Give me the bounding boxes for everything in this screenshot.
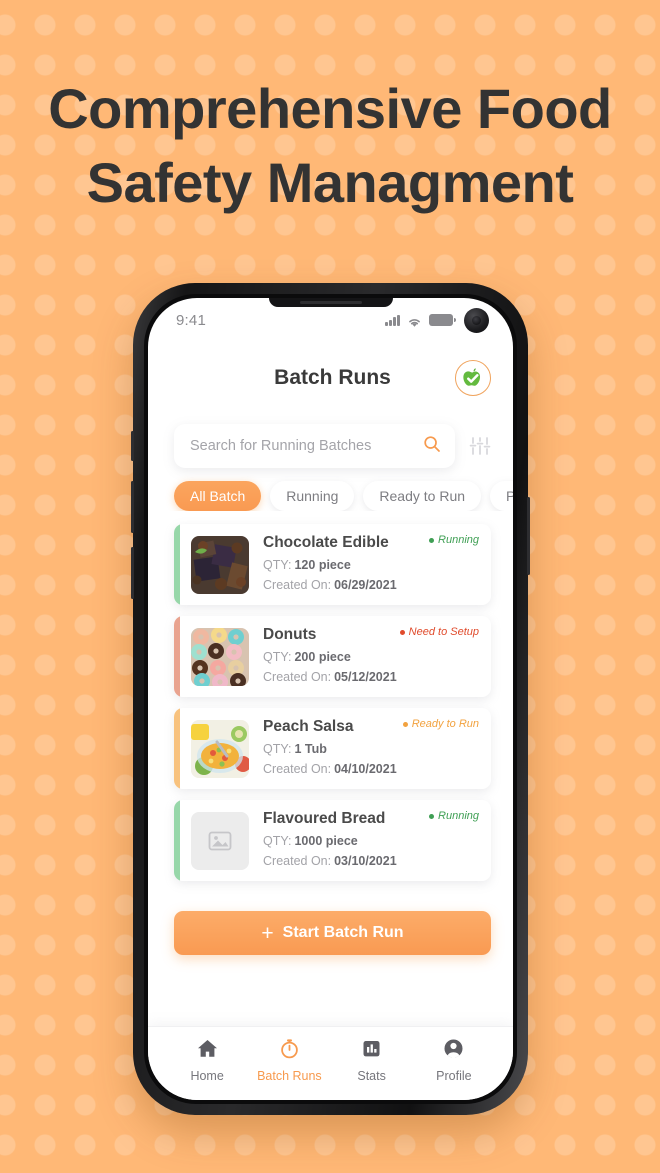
tab-home[interactable]: Home bbox=[166, 1038, 248, 1083]
status-label: Running bbox=[438, 534, 479, 546]
stopwatch-icon bbox=[279, 1038, 300, 1064]
chip-ready-to-run[interactable]: Ready to Run bbox=[363, 481, 482, 511]
status-bar-time: 9:41 bbox=[176, 311, 206, 329]
row-status-accent-bar bbox=[174, 708, 180, 789]
row-status-accent-bar bbox=[174, 800, 180, 881]
chip-all-batch[interactable]: All Batch bbox=[174, 481, 262, 511]
page-title-line-2: Safety Managment bbox=[86, 150, 574, 214]
batch-created-value: 04/10/2021 bbox=[334, 761, 397, 776]
plus-icon: + bbox=[261, 921, 274, 945]
search-box[interactable] bbox=[174, 424, 455, 468]
batch-qty-value: 1 Tub bbox=[294, 742, 327, 757]
table-row[interactable]: Chocolate Edible QTY: 120 piece Created O… bbox=[174, 524, 491, 605]
batch-thumbnail-donuts bbox=[191, 627, 249, 686]
batch-qty-label: QTY: bbox=[263, 558, 292, 573]
batch-created-value: 05/12/2021 bbox=[334, 669, 397, 684]
phone-screen: 9:41 Batch Runs Search for Running Batch… bbox=[148, 298, 513, 1100]
status-badge: Need to Setup bbox=[399, 626, 479, 638]
row-status-accent-bar bbox=[174, 616, 180, 697]
table-row[interactable]: Flavoured Bread QTY: 1000 piece Created O… bbox=[174, 800, 491, 881]
search-row bbox=[148, 414, 513, 468]
page-title-line-1: Comprehensive Food bbox=[48, 77, 612, 140]
batch-qty: QTY: 120 piece bbox=[263, 556, 481, 575]
tab-profile-label: Profile bbox=[436, 1069, 472, 1083]
batch-qty-label: QTY: bbox=[263, 650, 292, 665]
batch-filter-chips: All Batch Running Ready to Run Paused bbox=[148, 468, 513, 511]
battery-icon bbox=[429, 314, 456, 326]
batch-created-value: 03/10/2021 bbox=[334, 853, 397, 868]
batch-qty-value: 1000 piece bbox=[294, 834, 358, 849]
phone-mute-switch bbox=[131, 431, 134, 461]
status-bar-indicators bbox=[385, 307, 489, 333]
batch-qty-label: QTY: bbox=[263, 742, 292, 757]
batch-thumbnail-chocolate bbox=[191, 535, 249, 594]
status-label: Ready to Run bbox=[411, 718, 479, 730]
batch-qty-label: QTY: bbox=[263, 834, 292, 849]
status-dot-icon bbox=[429, 537, 435, 543]
table-row[interactable]: Peach Salsa QTY: 1 Tub Created On: 04/10/2… bbox=[174, 708, 491, 789]
batch-created: Created On: 06/29/2021 bbox=[263, 576, 481, 595]
batch-created-label: Created On: bbox=[263, 761, 332, 776]
batch-created-label: Created On: bbox=[263, 853, 332, 868]
status-dot-icon bbox=[429, 813, 435, 819]
phone-volume-up-button bbox=[131, 481, 134, 533]
tab-profile[interactable]: Profile bbox=[413, 1038, 495, 1083]
tab-stats-label: Stats bbox=[357, 1069, 386, 1083]
batch-created-label: Created On: bbox=[263, 669, 332, 684]
batch-qty-value: 120 piece bbox=[294, 558, 351, 573]
batch-qty: QTY: 200 piece bbox=[263, 648, 481, 667]
status-badge: Running bbox=[429, 810, 479, 822]
phone-volume-down-button bbox=[131, 547, 134, 599]
app-header: Batch Runs bbox=[148, 342, 513, 414]
screen-title: Batch Runs bbox=[274, 366, 391, 389]
tab-batch-runs-label: Batch Runs bbox=[257, 1069, 322, 1083]
batch-list: Chocolate Edible QTY: 120 piece Created O… bbox=[148, 511, 513, 881]
filter-sliders-icon[interactable] bbox=[469, 435, 491, 457]
earpiece-speaker bbox=[299, 300, 362, 304]
cta-container: + Start Batch Run bbox=[148, 911, 513, 955]
cellular-signal-icon bbox=[385, 314, 400, 326]
tab-batch-runs[interactable]: Batch Runs bbox=[248, 1038, 330, 1083]
batch-created-label: Created On: bbox=[263, 577, 332, 592]
status-label: Running bbox=[438, 810, 479, 822]
person-icon bbox=[443, 1038, 464, 1064]
status-badge: Ready to Run bbox=[402, 718, 479, 730]
phone-bezel: 9:41 Batch Runs Search for Running Batch… bbox=[144, 294, 517, 1104]
tab-stats[interactable]: Stats bbox=[331, 1038, 413, 1083]
start-batch-run-button[interactable]: + Start Batch Run bbox=[174, 911, 491, 955]
start-batch-run-label: Start Batch Run bbox=[282, 924, 404, 941]
image-placeholder-icon bbox=[191, 811, 249, 870]
batch-qty: QTY: 1000 piece bbox=[263, 832, 481, 851]
phone-notch bbox=[268, 298, 393, 307]
status-dot-icon bbox=[399, 629, 405, 635]
batch-created: Created On: 05/12/2021 bbox=[263, 668, 481, 687]
batch-qty: QTY: 1 Tub bbox=[263, 740, 481, 759]
status-dot-icon bbox=[402, 721, 408, 727]
phone-power-button bbox=[527, 497, 530, 575]
page-title: Comprehensive Food Safety Managment bbox=[0, 72, 660, 220]
chip-paused[interactable]: Paused bbox=[490, 481, 513, 511]
search-icon[interactable] bbox=[423, 435, 441, 458]
table-row[interactable]: Donuts QTY: 200 piece Created On: 05/12/20… bbox=[174, 616, 491, 697]
status-badge: Running bbox=[429, 534, 479, 546]
batch-thumbnail-peach-salsa bbox=[191, 719, 249, 778]
phone-mockup-frame: 9:41 Batch Runs Search for Running Batch… bbox=[131, 283, 530, 1115]
batch-created-value: 06/29/2021 bbox=[334, 577, 397, 592]
wifi-icon bbox=[407, 315, 422, 327]
home-icon bbox=[197, 1038, 218, 1064]
status-label: Need to Setup bbox=[408, 626, 479, 638]
green-apple-check-badge-icon[interactable] bbox=[455, 360, 491, 396]
batch-created: Created On: 04/10/2021 bbox=[263, 760, 481, 779]
bar-chart-icon bbox=[361, 1038, 382, 1064]
front-camera-icon bbox=[464, 307, 489, 333]
batch-created: Created On: 03/10/2021 bbox=[263, 852, 481, 871]
chip-running[interactable]: Running bbox=[270, 481, 355, 511]
search-input[interactable] bbox=[190, 438, 423, 454]
tab-home-label: Home bbox=[190, 1069, 224, 1083]
batch-qty-value: 200 piece bbox=[294, 650, 351, 665]
bottom-navigation: Home Batch Runs Stats Profile bbox=[148, 1026, 513, 1100]
row-status-accent-bar bbox=[174, 524, 180, 605]
